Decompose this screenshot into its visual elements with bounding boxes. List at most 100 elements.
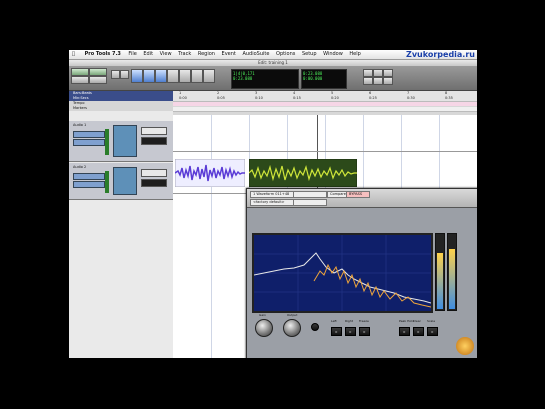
menu-file[interactable]: File <box>128 51 136 57</box>
loop-button[interactable] <box>383 77 393 85</box>
track-output-selector[interactable] <box>73 139 105 146</box>
min-secs-label: Min:Secs <box>73 96 89 100</box>
bar-tick: 8 <box>445 91 448 95</box>
min-tick: 0:10 <box>255 96 263 100</box>
menu-event[interactable]: Event <box>222 51 236 57</box>
markers-ruler[interactable] <box>173 107 477 112</box>
freeze-label: Freeze <box>359 319 369 323</box>
zoom-out-button[interactable] <box>120 70 129 79</box>
markers-label: Markers <box>73 106 87 110</box>
clear-button[interactable]: ▸ <box>413 327 424 336</box>
plugin-brand-logo <box>456 337 474 355</box>
edit-toolbar: 1|4|0,171 0:23.088 0:23.088 0:00.000 <box>69 66 477 91</box>
menu-audiosuite[interactable]: AudioSuite <box>242 51 269 57</box>
compare-button[interactable]: Compare <box>327 191 347 198</box>
track-volume-display[interactable] <box>141 127 167 135</box>
menu-window[interactable]: Window <box>323 51 343 57</box>
track-insert-slots[interactable] <box>113 125 137 157</box>
selection-length: 0:00.000 <box>303 76 323 81</box>
sub-counter-value: 0:23.088 <box>233 76 253 81</box>
scale-button[interactable]: ▸ <box>427 327 438 336</box>
track-insert-slots[interactable] <box>113 167 137 195</box>
track-input-selector[interactable] <box>73 173 105 180</box>
track-list-panel: Bars:Beats Min:Secs Tempo Markers Audio … <box>69 91 174 358</box>
spectrum-display[interactable] <box>252 233 433 313</box>
slip-mode-button[interactable] <box>71 76 89 84</box>
min-tick: 0:35 <box>445 96 453 100</box>
zoom-in-button[interactable] <box>111 70 120 79</box>
right-label: Right <box>345 319 353 323</box>
peak-hold-button[interactable]: ▸ <box>399 327 410 336</box>
scrubber-tool-icon[interactable] <box>179 69 191 83</box>
menu-setup[interactable]: Setup <box>302 51 317 57</box>
freeze-button[interactable]: ▸ <box>359 327 370 336</box>
right-channel-button[interactable]: ▸ <box>345 327 356 336</box>
track-header-audio-2[interactable]: Audio 2 <box>69 163 173 200</box>
bar-tick: 2 <box>217 91 220 95</box>
min-tick: 0:00 <box>179 96 187 100</box>
menu-view[interactable]: View <box>160 51 172 57</box>
menu-options[interactable]: Options <box>276 51 295 57</box>
left-output-meter <box>435 233 445 311</box>
bar-tick: 5 <box>331 91 334 95</box>
track-name[interactable]: Audio 1 <box>73 123 86 127</box>
shuffle-mode-button[interactable] <box>71 68 89 76</box>
spot-mode-button[interactable] <box>89 68 107 76</box>
track-level-meter <box>105 171 109 193</box>
audio-region-green[interactable] <box>249 159 357 187</box>
peak-hold-label: Peak Hold <box>399 319 414 323</box>
record-button[interactable] <box>373 77 383 85</box>
smart-tool-icon[interactable] <box>203 69 215 83</box>
play-button[interactable] <box>373 69 383 77</box>
settings-menu[interactable]: <factory default> <box>250 199 294 206</box>
timeline-rulers: 1 2 3 4 5 6 7 8 0:00 0:05 0:10 0:15 0:20… <box>173 91 477 115</box>
track-input-selector[interactable] <box>73 131 105 138</box>
menu-app-name[interactable]: Pro Tools 7.3 <box>85 51 121 57</box>
min-tick: 0:05 <box>217 96 225 100</box>
left-label: Left <box>331 319 337 323</box>
menu-edit[interactable]: Edit <box>143 51 153 57</box>
track-name[interactable]: Audio 2 <box>73 165 86 169</box>
track-pan-display[interactable] <box>141 179 167 187</box>
right-output-meter <box>447 233 457 311</box>
stop-button[interactable] <box>383 69 393 77</box>
power-led-button[interactable] <box>311 323 319 331</box>
menu-help[interactable]: Help <box>349 51 360 57</box>
bar-tick: 1 <box>179 91 182 95</box>
bypass-button[interactable]: BYPASS <box>346 191 370 198</box>
librarian-menu[interactable] <box>293 191 327 198</box>
tempo-label: Tempo <box>73 101 85 105</box>
main-counter[interactable]: 1|4|0,171 0:23.088 <box>231 69 299 89</box>
output-knob[interactable] <box>283 319 301 337</box>
right-meter-fill <box>449 249 455 309</box>
track-header-audio-1[interactable]: Audio 1 <box>69 121 173 162</box>
selector-tool-icon[interactable] <box>155 69 167 83</box>
bar-tick: 7 <box>407 91 410 95</box>
gain-knob[interactable] <box>255 319 273 337</box>
track-volume-display[interactable] <box>141 169 167 177</box>
track-pan-display[interactable] <box>141 137 167 145</box>
gain-label: Gain <box>259 313 266 317</box>
grabber-tool-icon[interactable] <box>167 69 179 83</box>
grid-mode-button[interactable] <box>89 76 107 84</box>
menu-region[interactable]: Region <box>198 51 215 57</box>
trimmer-tool-icon[interactable] <box>143 69 155 83</box>
left-channel-button[interactable]: ▸ <box>331 327 342 336</box>
pencil-tool-icon[interactable] <box>191 69 203 83</box>
rewind-button[interactable] <box>363 69 373 77</box>
automation-button[interactable] <box>293 199 327 206</box>
menu-track[interactable]: Track <box>178 51 191 57</box>
track-output-selector[interactable] <box>73 181 105 188</box>
preset-selector[interactable]: 1 Waveform 011+48 <box>250 191 294 198</box>
selection-counter[interactable]: 0:23.088 0:00.000 <box>301 69 347 89</box>
tempo-ruler[interactable] <box>173 102 477 106</box>
fast-forward-button[interactable] <box>363 77 373 85</box>
clear-label: Clear <box>413 319 421 323</box>
scale-label: Scale <box>427 319 436 323</box>
apple-menu-icon[interactable]:  <box>72 51 75 57</box>
bar-tick: 6 <box>369 91 372 95</box>
min-tick: 0:15 <box>293 96 301 100</box>
zoomer-tool-icon[interactable] <box>131 69 143 83</box>
audio-region-purple[interactable] <box>175 159 245 187</box>
bars-beats-label: Bars:Beats <box>73 91 92 95</box>
